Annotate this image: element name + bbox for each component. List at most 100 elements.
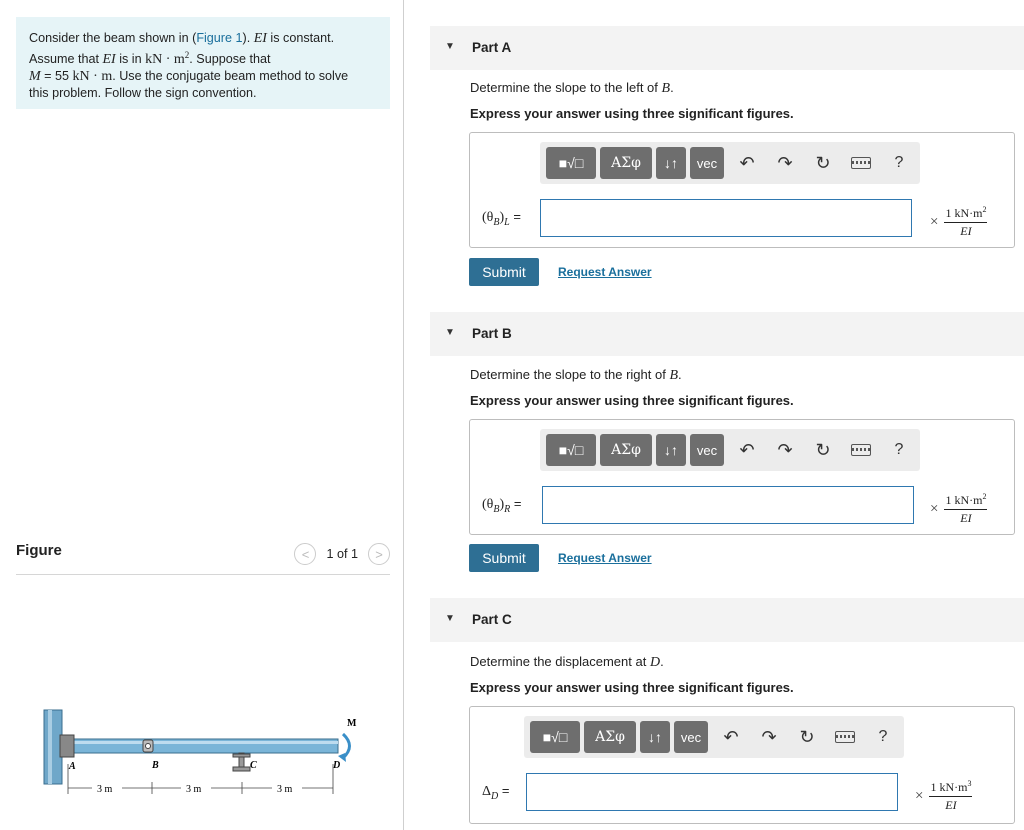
label-symbol: Δ (482, 784, 492, 799)
problem-text: . Suppose that (189, 52, 271, 67)
part-a-request-answer-link[interactable]: Request Answer (558, 265, 652, 279)
unit-denominator: EI (945, 798, 957, 812)
part-b-header[interactable]: ▼ Part B (430, 312, 1024, 356)
greek-symbols-button[interactable]: ΑΣφ (600, 434, 652, 466)
part-a-question: Determine the slope to the left of B. (470, 80, 674, 97)
figure-pager: < 1 of 1 > (294, 543, 390, 565)
problem-text: Consider the beam shown in ( (29, 31, 197, 45)
templates-button[interactable]: ■√□ (546, 147, 596, 179)
unit-display: × 1 kN·m2 EI (930, 205, 988, 239)
reset-icon[interactable]: ↻ (804, 440, 842, 461)
answer-input[interactable] (542, 486, 914, 524)
part-b-request-answer-link[interactable]: Request Answer (558, 551, 652, 565)
pager-text: 1 of 1 (326, 547, 358, 561)
dim-cd: 3 m (277, 784, 293, 795)
part-b-instructions: Express your answer using three signific… (470, 393, 794, 408)
collapse-triangle-icon[interactable]: ▼ (445, 327, 455, 338)
arrows-button[interactable]: ↓↑ (656, 434, 686, 466)
greek-symbols-button[interactable]: ΑΣφ (584, 721, 636, 753)
times-sign: × (930, 213, 939, 230)
undo-icon[interactable]: ↶ (728, 153, 766, 174)
unit-num-text: 1 kN·m (945, 206, 983, 220)
redo-icon[interactable]: ↷ (766, 153, 804, 174)
templates-button[interactable]: ■√□ (530, 721, 580, 753)
part-b-question: Determine the slope to the right of B. (470, 367, 682, 384)
part-c-header[interactable]: ▼ Part C (430, 598, 1024, 642)
unit-numerator: 1 kN·m2 (944, 205, 988, 223)
help-icon[interactable]: ? (864, 728, 902, 746)
problem-text: ). (242, 31, 254, 45)
question-var: B (661, 81, 671, 96)
collapse-triangle-icon[interactable]: ▼ (445, 41, 455, 52)
unit-fraction: 1 kN·m2 EI (944, 492, 988, 526)
part-c-question: Determine the displacement at D. (470, 654, 664, 671)
vector-button[interactable]: vec (674, 721, 708, 753)
figure-title: Figure (16, 542, 62, 559)
help-icon[interactable]: ? (880, 154, 918, 172)
collapse-triangle-icon[interactable]: ▼ (445, 613, 455, 624)
left-panel: Consider the beam shown in (Figure 1). E… (0, 0, 404, 830)
math-ei: EI (253, 31, 267, 46)
templates-button[interactable]: ■√□ (546, 434, 596, 466)
problem-text: . Use the conjugate beam method to solve (112, 69, 349, 84)
part-b-submit-button[interactable]: Submit (469, 544, 539, 572)
unit-display: × 1 kN·m2 EI (930, 492, 988, 526)
math-unit: kN · m (145, 52, 185, 68)
reset-icon[interactable]: ↻ (804, 153, 842, 174)
problem-statement: Consider the beam shown in (Figure 1). E… (16, 17, 390, 109)
redo-icon[interactable]: ↷ (766, 440, 804, 461)
answer-label: (θB)R = (482, 496, 521, 515)
vector-button[interactable]: vec (690, 434, 724, 466)
redo-icon[interactable]: ↷ (750, 727, 788, 748)
unit-numerator: 1 kN·m2 (944, 492, 988, 510)
problem-text: is in (115, 52, 146, 67)
unit-exponent: 2 (982, 492, 987, 501)
answer-input[interactable] (540, 199, 912, 237)
greek-symbols-button[interactable]: ΑΣφ (600, 147, 652, 179)
keyboard-icon[interactable] (851, 157, 871, 169)
dim-ab: 3 m (97, 784, 113, 795)
part-c-instructions: Express your answer using three signific… (470, 680, 794, 695)
fixed-wall (43, 709, 63, 785)
unit-exponent: 3 (967, 779, 972, 788)
times-sign: × (930, 500, 939, 517)
problem-text: is constant. (266, 31, 335, 45)
undo-icon[interactable]: ↶ (728, 440, 766, 461)
part-a-answer-box: ■√□ ΑΣφ ↓↑ vec ↶ ↷ ↻ ? (θB)L = × 1 kN·m2… (469, 132, 1015, 248)
part-a-instructions: Express your answer using three signific… (470, 106, 794, 121)
undo-icon[interactable]: ↶ (712, 727, 750, 748)
math-toolbar: ■√□ ΑΣφ ↓↑ vec ↶ ↷ ↻ ? (540, 429, 920, 471)
label-eq: = (498, 783, 510, 798)
figure-link[interactable]: Figure 1 (196, 31, 242, 45)
figure-header: Figure < 1 of 1 > (16, 541, 390, 575)
answer-input[interactable] (526, 773, 898, 811)
help-icon[interactable]: ? (880, 441, 918, 459)
math-m: M (29, 69, 41, 85)
dim-bc: 3 m (186, 784, 202, 795)
question-text: . (670, 80, 674, 95)
answer-label: ΔD = (482, 783, 509, 802)
part-a-header[interactable]: ▼ Part A (430, 26, 1024, 70)
unit-num-text: 1 kN·m (945, 493, 983, 507)
next-figure-button[interactable]: > (368, 543, 390, 565)
unit-num-text: 1 kN·m (930, 780, 968, 794)
part-a-submit-button[interactable]: Submit (469, 258, 539, 286)
label-symbol: (θ (482, 497, 494, 512)
vector-button[interactable]: vec (690, 147, 724, 179)
arrows-button[interactable]: ↓↑ (656, 147, 686, 179)
problem-text: = 55 (40, 69, 73, 84)
question-text: Determine the displacement at (470, 654, 650, 669)
arrows-button[interactable]: ↓↑ (640, 721, 670, 753)
question-var: B (669, 368, 679, 383)
reset-icon[interactable]: ↻ (788, 727, 826, 748)
keyboard-icon[interactable] (835, 731, 855, 743)
part-b-title: Part B (472, 326, 512, 341)
question-text: Determine the slope to the left of (470, 80, 662, 95)
prev-figure-button[interactable]: < (294, 543, 317, 565)
roller-support-c (232, 752, 251, 772)
part-c-title: Part C (472, 612, 512, 627)
answer-label: (θB)L = (482, 209, 521, 228)
label-m: M (347, 718, 357, 729)
problem-text: this problem. Follow the sign convention… (29, 86, 257, 101)
keyboard-icon[interactable] (851, 444, 871, 456)
